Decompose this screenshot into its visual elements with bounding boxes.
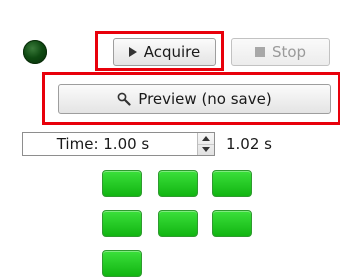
triangle-up-icon	[202, 135, 210, 141]
play-icon	[128, 47, 137, 57]
time-spinbox[interactable]: Time: 1.00 s	[22, 132, 215, 156]
channel-cell[interactable]	[158, 210, 198, 237]
channel-cell[interactable]	[212, 210, 252, 237]
stop-icon	[254, 47, 265, 57]
stop-button[interactable]: Stop	[231, 38, 330, 66]
status-led-indicator	[23, 40, 47, 64]
channel-cell[interactable]	[102, 170, 142, 197]
preview-button-label: Preview (no save)	[138, 90, 272, 108]
time-decrease-button[interactable]	[198, 143, 214, 156]
channel-cell[interactable]	[212, 170, 252, 197]
elapsed-time-readout: 1.02 s	[226, 135, 272, 153]
acquisition-panel: Acquire Stop Preview (no save) Time: 1.0…	[0, 0, 340, 278]
magnifier-icon	[117, 92, 131, 106]
acquire-button-label: Acquire	[143, 43, 201, 61]
time-spin-buttons	[197, 133, 214, 155]
preview-button[interactable]: Preview (no save)	[58, 84, 331, 114]
acquire-button[interactable]: Acquire	[113, 38, 216, 66]
channel-cell[interactable]	[158, 170, 198, 197]
time-value[interactable]: Time: 1.00 s	[23, 133, 197, 155]
channel-cell[interactable]	[102, 250, 142, 277]
channel-cell[interactable]	[102, 210, 142, 237]
channel-grid	[102, 170, 262, 278]
time-increase-button[interactable]	[198, 133, 214, 144]
stop-button-label: Stop	[271, 43, 307, 61]
triangle-down-icon	[202, 147, 210, 153]
